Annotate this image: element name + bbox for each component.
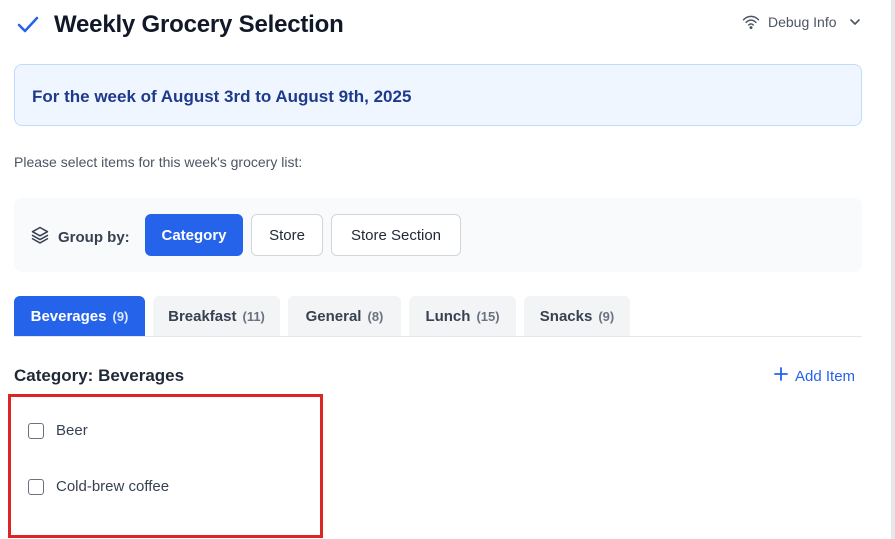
list-item[interactable]: Beer — [28, 422, 88, 439]
week-range-text: For the week of August 3rd to August 9th… — [32, 87, 412, 106]
page-header: Weekly Grocery Selection Debug Info — [0, 0, 870, 52]
list-item[interactable]: Cold-brew coffee — [28, 478, 169, 495]
page-title: Weekly Grocery Selection — [54, 11, 344, 38]
tab-count: (15) — [476, 308, 500, 324]
tab-beverages[interactable]: Beverages (9) — [14, 296, 145, 336]
item-label: Cold-brew coffee — [56, 478, 170, 495]
item-label: Beer — [56, 422, 88, 439]
tab-count: (11) — [242, 308, 265, 324]
tab-label: Lunch — [425, 307, 471, 325]
add-item-button[interactable]: Add Item — [773, 366, 855, 386]
wifi-icon — [742, 14, 760, 30]
category-heading: Category: Beverages — [14, 366, 185, 385]
group-by-store-button[interactable]: Store — [251, 214, 323, 256]
tab-snacks[interactable]: Snacks (9) — [524, 296, 630, 336]
tab-general[interactable]: General (8) — [288, 296, 401, 336]
group-by-category-button[interactable]: Category — [145, 214, 243, 256]
plus-icon — [773, 366, 789, 386]
tab-count: (8) — [367, 308, 384, 324]
chevron-down-icon — [849, 16, 861, 28]
group-by-store-section-button[interactable]: Store Section — [331, 214, 461, 256]
tab-count: (9) — [112, 308, 129, 324]
debug-info-toggle[interactable]: Debug Info — [742, 14, 861, 30]
layers-icon — [30, 225, 50, 249]
tab-label: Breakfast — [168, 307, 237, 325]
tab-label: Snacks — [539, 307, 593, 325]
category-tabs: Beverages (9) Breakfast (11) General (8)… — [14, 296, 862, 337]
add-item-label: Add Item — [795, 367, 856, 385]
group-by-panel: Group by: Category Store Store Section — [14, 198, 862, 272]
check-icon — [16, 12, 40, 36]
item-checkbox[interactable] — [28, 478, 44, 495]
tab-lunch[interactable]: Lunch (15) — [409, 296, 516, 336]
instructions-text: Please select items for this week's groc… — [14, 154, 303, 170]
tab-label: Beverages — [30, 307, 107, 325]
tab-label: General — [305, 307, 362, 325]
item-checkbox[interactable] — [28, 422, 44, 439]
tab-count: (9) — [598, 308, 615, 324]
tab-breakfast[interactable]: Breakfast (11) — [153, 296, 280, 336]
debug-info-label: Debug Info — [768, 14, 837, 30]
scrollbar-track[interactable] — [891, 0, 895, 539]
group-by-label: Group by: — [30, 225, 130, 249]
week-banner: For the week of August 3rd to August 9th… — [14, 64, 862, 126]
items-list: Beer Cold-brew coffee — [8, 394, 323, 538]
group-by-label-text: Group by: — [58, 228, 130, 246]
